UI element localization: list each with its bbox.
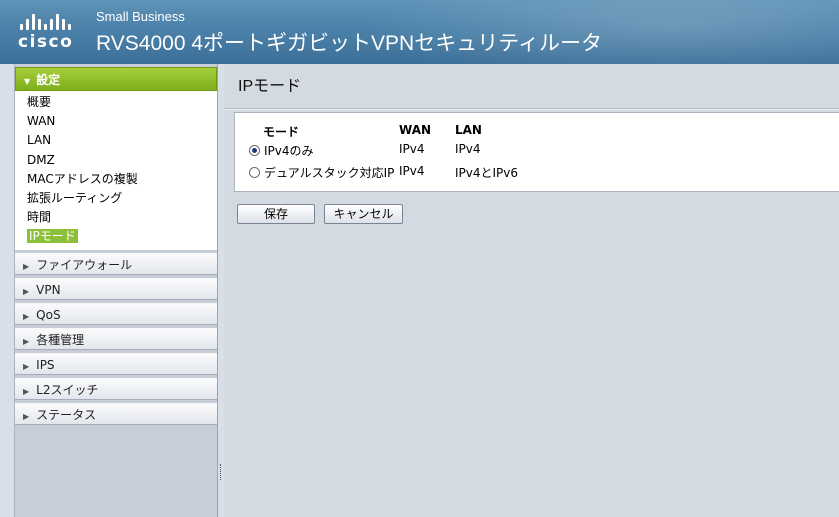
ip-mode-panel: モード WAN LAN IPv4のみ IPv4 IPv4 デュアルスタック対応I…	[234, 112, 839, 192]
cisco-logo: cisco	[18, 12, 82, 52]
mode-option-dual-stack[interactable]: デュアルスタック対応IP	[249, 164, 394, 181]
triangle-right-icon: ▶	[23, 261, 30, 271]
sidebar-section-ips[interactable]: ▶ IPS	[15, 352, 217, 375]
sidebar-submenu: 概要 WAN LAN DMZ MACアドレスの複製 拡張ルーティング 時間 IP…	[15, 91, 217, 250]
sidebar-section-status[interactable]: ▶ ステータス	[15, 402, 217, 425]
triangle-down-icon: ▼	[24, 77, 31, 86]
sidebar-nav: ▼ 設定 概要 WAN LAN DMZ MACアドレスの複製 拡張ルーティング 時…	[14, 64, 218, 517]
sidebar-item-time[interactable]: 時間	[15, 208, 217, 227]
header-banner: cisco Small Business RVS4000 4ポートギガビットVP…	[0, 0, 839, 64]
radio-button[interactable]	[249, 167, 260, 178]
sidebar-section-label: 設定	[36, 73, 61, 87]
sidebar-item-advanced-routing[interactable]: 拡張ルーティング	[15, 189, 217, 208]
sidebar-item-ip-mode[interactable]: IPモード	[15, 227, 217, 246]
sidebar-section-administration[interactable]: ▶ 各種管理	[15, 327, 217, 350]
sidebar-section-firewall[interactable]: ▶ ファイアウォール	[15, 252, 217, 275]
sidebar-item-mac-clone[interactable]: MACアドレスの複製	[15, 170, 217, 189]
sidebar-item-wan[interactable]: WAN	[15, 112, 217, 131]
triangle-right-icon: ▶	[23, 386, 30, 396]
title-divider	[224, 108, 839, 110]
save-button[interactable]: 保存	[237, 204, 315, 224]
triangle-right-icon: ▶	[23, 286, 30, 296]
cancel-button[interactable]: キャンセル	[324, 204, 403, 224]
triangle-right-icon: ▶	[23, 336, 30, 346]
sidebar-section-vpn[interactable]: ▶ VPN	[15, 277, 217, 300]
triangle-right-icon: ▶	[23, 311, 30, 321]
column-header-lan: LAN	[455, 123, 482, 137]
sidebar-section-l2-switch[interactable]: ▶ L2スイッチ	[15, 377, 217, 400]
sidebar-section-qos[interactable]: ▶ QoS	[15, 302, 217, 325]
radio-button-selected[interactable]	[249, 145, 260, 156]
page-title: IPモード	[238, 78, 302, 95]
sidebar-resize-handle[interactable]	[220, 464, 223, 480]
triangle-right-icon: ▶	[23, 361, 30, 371]
sidebar-section-settings[interactable]: ▼ 設定	[15, 67, 217, 91]
table-cell-wan: IPv4	[399, 142, 425, 156]
cisco-wordmark: cisco	[18, 32, 74, 52]
triangle-right-icon: ▶	[23, 411, 30, 421]
mode-option-ipv4-only[interactable]: IPv4のみ	[249, 142, 314, 159]
sidebar-item-overview[interactable]: 概要	[15, 93, 217, 112]
table-cell-wan: IPv4	[399, 164, 425, 178]
main-content: IPモード モード WAN LAN IPv4のみ IPv4 IPv4 デュアルス…	[224, 64, 839, 517]
column-header-wan: WAN	[399, 123, 432, 137]
table-cell-lan: IPv4とIPv6	[455, 166, 519, 180]
sidebar-item-dmz[interactable]: DMZ	[15, 151, 217, 170]
column-header-mode: モード	[263, 125, 300, 139]
brand-subtitle: Small Business	[96, 9, 185, 24]
product-title: RVS4000 4ポートギガビットVPNセキュリティルータ	[96, 32, 602, 55]
cisco-bars-icon	[18, 12, 82, 30]
table-cell-lan: IPv4	[455, 142, 481, 156]
sidebar-item-lan[interactable]: LAN	[15, 131, 217, 150]
